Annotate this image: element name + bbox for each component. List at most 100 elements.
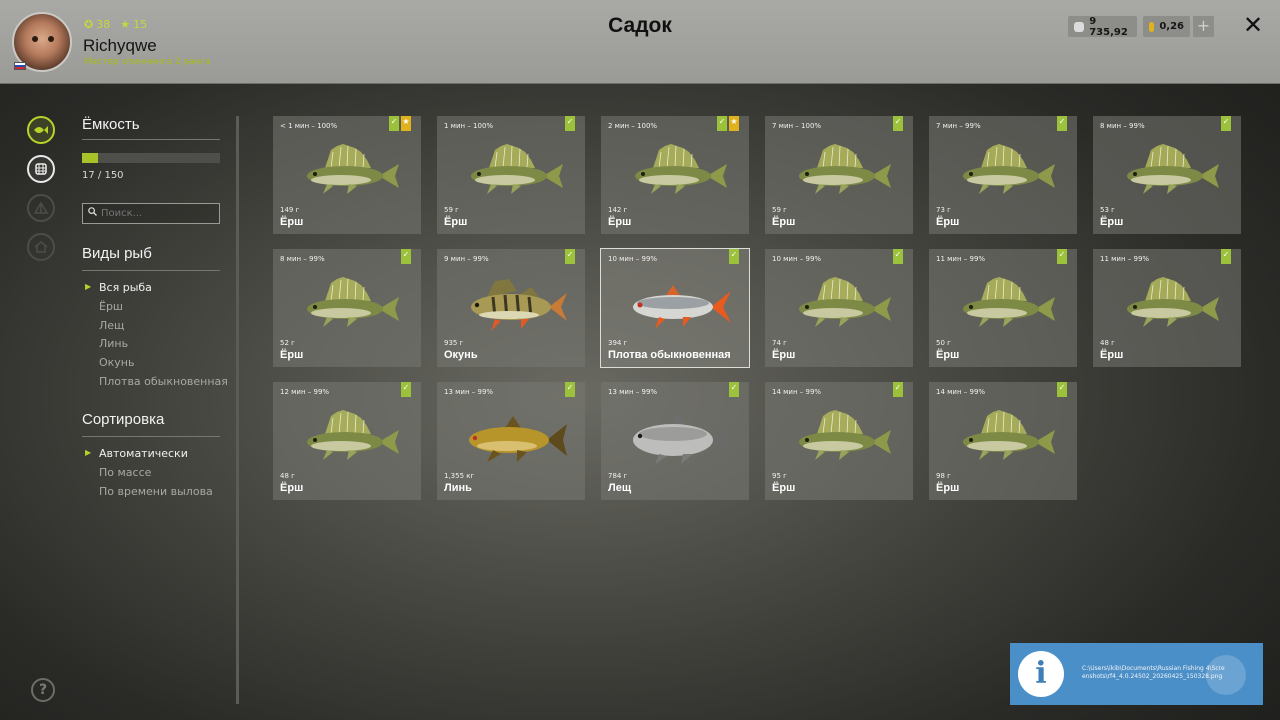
capacity-title: Ёмкость [82, 116, 140, 133]
fish-icon[interactable] [27, 116, 55, 144]
released-ok-badge-icon: ✓ [401, 382, 411, 397]
catch-time: 14 мин – 99% [772, 388, 822, 396]
fish-weight: 98 г [936, 472, 951, 480]
released-ok-badge-icon: ✓ [1221, 249, 1231, 264]
fish-card[interactable]: 1 мин – 100% ✓ 59 г Ёрш [437, 116, 585, 234]
released-ok-badge-icon: ✓ [729, 382, 739, 397]
fish-card[interactable]: 11 мин – 99% ✓ 48 г Ёрш [1093, 249, 1241, 367]
fish-card[interactable]: 8 мин – 99% ✓ 52 г Ёрш [273, 249, 421, 367]
silver-coins-icon [1074, 21, 1085, 32]
panel-divider [236, 116, 239, 704]
catch-time: 14 мин – 99% [936, 388, 986, 396]
help-icon[interactable]: ? [31, 678, 55, 702]
fish-name: Ёрш [1100, 216, 1124, 228]
silver-value: 9 735,92 [1089, 15, 1128, 38]
ruffe-fish-image [307, 144, 399, 194]
fish-name: Ёрш [444, 216, 468, 228]
catch-time: 1 мин – 100% [444, 122, 494, 130]
catch-time: 11 мин – 99% [1100, 255, 1150, 263]
fish-card[interactable]: 14 мин – 99% ✓ 95 г Ёрш [765, 382, 913, 500]
roach-fish-image [633, 285, 731, 329]
search-icon [88, 207, 97, 219]
divider [82, 270, 220, 271]
tent-icon[interactable] [27, 194, 55, 222]
catch-time: 9 мин – 99% [444, 255, 489, 263]
fish-weight: 50 г [936, 339, 951, 347]
ruffe-fish-image [799, 144, 891, 194]
released-ok-badge-icon: ✓ [729, 249, 739, 264]
released-ok-badge-icon: ✓ [389, 116, 399, 131]
fish-card[interactable]: 9 мин – 99% ✓ 935 г Окунь [437, 249, 585, 367]
released-ok-badge-icon: ✓ [893, 116, 903, 131]
fish-card[interactable]: 10 мин – 99% ✓ 74 г Ёрш [765, 249, 913, 367]
fish-weight: 59 г [444, 206, 459, 214]
sort-option-item[interactable]: По времени вылова [99, 485, 213, 498]
fish-weight: 74 г [772, 339, 787, 347]
released-ok-badge-icon: ✓ [1221, 116, 1231, 131]
fish-card[interactable]: 7 мин – 100% ✓ 59 г Ёрш [765, 116, 913, 234]
species-filter-item[interactable]: Линь [99, 337, 128, 350]
fish-card[interactable]: 8 мин – 99% ✓ 53 г Ёрш [1093, 116, 1241, 234]
divider [82, 436, 220, 437]
species-filter-item[interactable]: Ёрш [99, 300, 123, 313]
fish-card[interactable]: 11 мин – 99% ✓ 50 г Ёрш [929, 249, 1077, 367]
species-filter-item[interactable]: Плотва обыкновенная [99, 375, 228, 388]
bream-fish-image [633, 414, 731, 464]
fish-weight: 149 г [280, 206, 300, 214]
buy-gold-button[interactable]: + [1193, 16, 1214, 37]
fish-weight: 95 г [772, 472, 787, 480]
fish-name: Лещ [608, 482, 632, 494]
released-ok-badge-icon: ✓ [565, 116, 575, 131]
catch-time: 8 мин – 99% [1100, 122, 1145, 130]
fish-name: Плотва обыкновенная [608, 349, 731, 361]
fish-weight: 53 г [1100, 206, 1115, 214]
close-button[interactable]: ✕ [1240, 12, 1266, 38]
species-filter-item[interactable]: Вся рыба [99, 281, 152, 294]
fish-card[interactable]: 10 мин – 99% ✓ 394 г Плотва обыкновенная [600, 248, 750, 368]
home-icon[interactable] [27, 233, 55, 261]
gold-coins-icon [1149, 21, 1155, 32]
ruffe-fish-image [799, 277, 891, 327]
fish-card[interactable]: 7 мин – 99% ✓ 73 г Ёрш [929, 116, 1077, 234]
catch-time: 13 мин – 99% [608, 388, 658, 396]
fish-card[interactable]: 13 мин – 99% ✓ 784 г Лещ [601, 382, 749, 500]
capacity-count: 17 / 150 [82, 170, 124, 181]
fish-weight: 935 г [444, 339, 464, 347]
released-ok-badge-icon: ✓ [1057, 116, 1067, 131]
species-filter-item[interactable]: Лещ [99, 319, 124, 332]
fish-card[interactable]: 2 мин – 100% ✓ ★ 142 г Ёрш [601, 116, 749, 234]
fish-name: Ёрш [772, 216, 796, 228]
keepnet-icon[interactable] [27, 155, 55, 183]
catch-time: 7 мин – 99% [936, 122, 981, 130]
ruffe-fish-image [1127, 277, 1219, 327]
released-ok-badge-icon: ✓ [1057, 382, 1067, 397]
search-input[interactable] [82, 203, 220, 224]
fish-weight: 48 г [1100, 339, 1115, 347]
ruffe-fish-image [307, 410, 399, 460]
russia-flag-icon [14, 62, 26, 70]
released-ok-badge-icon: ✓ [1057, 249, 1067, 264]
sort-option-item[interactable]: Автоматически [99, 447, 188, 460]
species-filter-item[interactable]: Окунь [99, 356, 135, 369]
fish-card[interactable]: 13 мин – 99% ✓ 1,355 кг Линь [437, 382, 585, 500]
fish-name: Ёрш [772, 349, 796, 361]
fish-weight: 142 г [608, 206, 628, 214]
fish-weight: 59 г [772, 206, 787, 214]
divider [82, 139, 220, 140]
released-ok-badge-icon: ✓ [401, 249, 411, 264]
ruffe-fish-image [799, 410, 891, 460]
fish-name: Окунь [444, 349, 478, 361]
fish-weight: 1,355 кг [444, 472, 475, 480]
sorting-title: Сортировка [82, 411, 165, 428]
catch-time: 2 мин – 100% [608, 122, 658, 130]
ruffe-fish-image [307, 277, 399, 327]
fish-weight: 73 г [936, 206, 951, 214]
sort-option-item[interactable]: По массе [99, 466, 151, 479]
screenshot-notification[interactable]: i C:\Users\ikib\Documents\Russian Fishin… [1010, 643, 1263, 705]
fish-weight: 48 г [280, 472, 295, 480]
fish-card[interactable]: 12 мин – 99% ✓ 48 г Ёрш [273, 382, 421, 500]
fish-card[interactable]: 14 мин – 99% ✓ 98 г Ёрш [929, 382, 1077, 500]
capacity-bar [82, 153, 220, 163]
fish-card[interactable]: < 1 мин – 100% ✓ ★ 149 г Ёрш [273, 116, 421, 234]
ruffe-fish-image [635, 144, 727, 194]
